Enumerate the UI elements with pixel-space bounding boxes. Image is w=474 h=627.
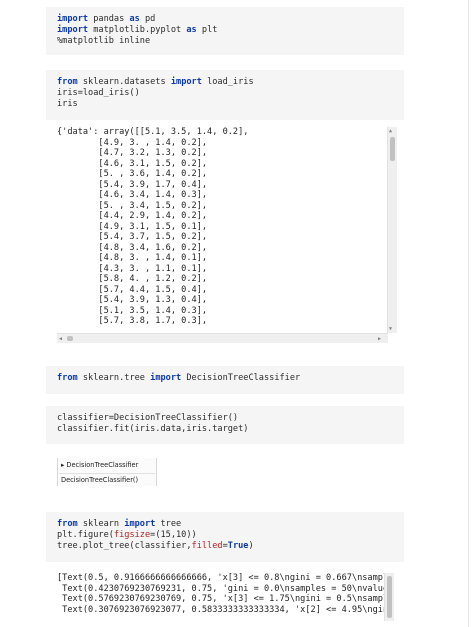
- code-token: import: [57, 14, 89, 24]
- scroll-left-arrow-icon[interactable]: ◀: [59, 336, 62, 342]
- code-token: from: [57, 373, 78, 383]
- code-token: ): [248, 541, 254, 551]
- output-line: [5.4, 3.9, 1.7, 0.4],: [57, 179, 208, 190]
- code-cell-import-tree-source: from sklearn.tree import DecisionTreeCla…: [57, 373, 404, 384]
- code-token: import: [124, 519, 156, 529]
- output-line: [4.9, 3.1, 1.5, 0.1],: [57, 221, 208, 232]
- output-area-plot-tree[interactable]: [Text(0.5, 0.9166666666666666, 'x[3] <= …: [57, 573, 397, 621]
- notebook-right-border: [468, 0, 469, 627]
- code-line: %matplotlib inline: [57, 36, 404, 47]
- code-token: import: [57, 25, 89, 35]
- code-line: from sklearn.tree import DecisionTreeCla…: [57, 373, 404, 384]
- code-cell-import-tree[interactable]: from sklearn.tree import DecisionTreeCla…: [46, 366, 404, 394]
- code-token: from: [57, 77, 78, 87]
- code-token: plt: [196, 25, 218, 35]
- plot-tree-output-text: [Text(0.5, 0.9166666666666666, 'x[3] <= …: [57, 573, 393, 621]
- output-line: [5.7, 4.4, 1.5, 0.4],: [57, 284, 208, 295]
- code-cell-load-iris[interactable]: from sklearn.datasets import load_iris ir…: [46, 70, 404, 120]
- output-line: [Text(0.5, 0.9166666666666666, 'x[3] <= …: [57, 573, 393, 583]
- code-line: iris: [57, 99, 404, 110]
- code-token: as: [186, 25, 197, 35]
- code-line: import matplotlib.pyplot as plt: [57, 25, 404, 36]
- code-token: load_iris: [201, 77, 254, 87]
- code-line: from sklearn.datasets import load_iris: [57, 77, 404, 88]
- output-line: [4.9, 3. , 1.4, 0.2],: [57, 137, 208, 148]
- code-token: import: [170, 77, 202, 87]
- output-line: [4.3, 3. , 1.1, 0.1],: [57, 263, 208, 274]
- code-cell-imports-source: import pandas as pd import matplotlib.pyp…: [57, 14, 404, 47]
- code-token: tree: [155, 519, 182, 529]
- code-cell-imports[interactable]: import pandas as pd import matplotlib.pyp…: [46, 7, 404, 55]
- output-area-iris[interactable]: {'data': array([[5.1, 3.5, 1.4, 0.2], [4…: [57, 127, 397, 345]
- code-cell-load-iris-source: from sklearn.datasets import load_iris ir…: [57, 77, 404, 110]
- code-token: sklearn: [77, 519, 125, 529]
- code-cell-plot-tree[interactable]: from sklearn import tree plt.figure(figsi…: [46, 512, 404, 562]
- estimator-widget-toggle[interactable]: ▸ DecisionTreeClassifier: [61, 461, 138, 469]
- code-token: =(15,10)): [150, 530, 197, 540]
- output-line: [5.4, 3.9, 1.3, 0.4],: [57, 295, 208, 305]
- output-line: [4.8, 3.4, 1.6, 0.2],: [57, 242, 208, 253]
- code-token: classifier.fit(iris.data,iris.target): [57, 424, 249, 434]
- output-line: [5. , 3.6, 1.4, 0.2],: [57, 169, 208, 179]
- code-token: sklearn.datasets: [77, 77, 171, 87]
- plot-output-scroll-thumb[interactable]: [387, 576, 392, 618]
- code-token: %matplotlib inline: [57, 36, 151, 46]
- code-line: iris=load_iris(): [57, 88, 404, 99]
- code-token: matplotlib.pyplot: [88, 25, 187, 35]
- scroll-down-arrow-icon[interactable]: ▼: [389, 326, 392, 332]
- output-line: [5.7, 3.8, 1.7, 0.3],: [57, 316, 208, 326]
- estimator-widget-repr: DecisionTreeClassifier(): [59, 473, 155, 484]
- output-line: [4.7, 3.2, 1.3, 0.2],: [57, 148, 208, 158]
- output-line: [4.6, 3.4, 1.4, 0.3],: [57, 190, 208, 200]
- code-token: pandas: [88, 14, 130, 24]
- code-token: plt.figure(: [57, 530, 114, 540]
- code-line: classifier=DecisionTreeClassifier(): [57, 413, 404, 424]
- output-line: [5.1, 3.5, 1.4, 0.3],: [57, 305, 208, 316]
- horizontal-scroll-thumb[interactable]: [67, 336, 73, 341]
- horizontal-scrollbar[interactable]: ◀ ▶: [57, 333, 388, 343]
- code-token: True: [227, 541, 249, 551]
- vertical-scrollbar[interactable]: ▲ ▼: [387, 127, 397, 333]
- code-token: sklearn.tree: [77, 373, 151, 383]
- code-token: iris: [57, 99, 78, 109]
- code-token: tree.plot_tree(classifier,: [57, 541, 192, 551]
- output-line: [4.6, 3.1, 1.5, 0.2],: [57, 158, 208, 169]
- code-line: classifier.fit(iris.data,iris.target): [57, 424, 404, 435]
- code-token: iris=load_iris(): [57, 88, 140, 98]
- output-line: [5. , 3.4, 1.5, 0.2],: [57, 200, 208, 211]
- scroll-right-arrow-icon[interactable]: ▶: [378, 336, 381, 342]
- scroll-up-arrow-icon[interactable]: ▲: [389, 128, 392, 134]
- iris-output-text: {'data': array([[5.1, 3.5, 1.4, 0.2], [4…: [57, 127, 387, 333]
- output-line: [5.4, 3.7, 1.5, 0.2],: [57, 232, 208, 242]
- code-line: plt.figure(figsize=(15,10)): [57, 530, 404, 541]
- code-token: figsize: [113, 530, 151, 540]
- estimator-widget[interactable]: ▸ DecisionTreeClassifier DecisionTreeCla…: [57, 458, 157, 486]
- code-token: DecisionTreeClassifier: [181, 373, 301, 383]
- output-line: [4.4, 2.9, 1.4, 0.2],: [57, 211, 208, 221]
- code-cell-fit-classifier-source: classifier=DecisionTreeClassifier() class…: [57, 413, 404, 435]
- code-token: as: [129, 14, 140, 24]
- output-line: Text(0.3076923076923077, 0.5833333333333…: [57, 604, 393, 615]
- vertical-scroll-thumb[interactable]: [390, 137, 395, 161]
- code-token: classifier=DecisionTreeClassifier(): [57, 413, 239, 423]
- code-cell-fit-classifier[interactable]: classifier=DecisionTreeClassifier() class…: [46, 406, 404, 444]
- output-line: {'data': array([[5.1, 3.5, 1.4, 0.2],: [57, 127, 249, 137]
- plot-output-scrollbar[interactable]: [384, 573, 394, 621]
- code-line: import pandas as pd: [57, 14, 404, 25]
- code-token: pd: [139, 14, 156, 24]
- code-line: tree.plot_tree(classifier,filled=True): [57, 541, 404, 552]
- output-line: [5.8, 4. , 1.2, 0.2],: [57, 274, 208, 284]
- code-token: filled: [191, 541, 223, 551]
- code-token: from: [57, 519, 78, 529]
- code-line: from sklearn import tree: [57, 519, 404, 530]
- code-token: import: [150, 373, 182, 383]
- output-line: Text(0.4230769230769231, 0.75, 'gini = 0…: [57, 583, 393, 594]
- output-line: Text(0.5769230769230769, 0.75, 'x[3] <= …: [57, 594, 393, 604]
- code-cell-plot-tree-source: from sklearn import tree plt.figure(figsi…: [57, 519, 404, 552]
- output-line: [4.8, 3. , 1.4, 0.1],: [57, 253, 208, 263]
